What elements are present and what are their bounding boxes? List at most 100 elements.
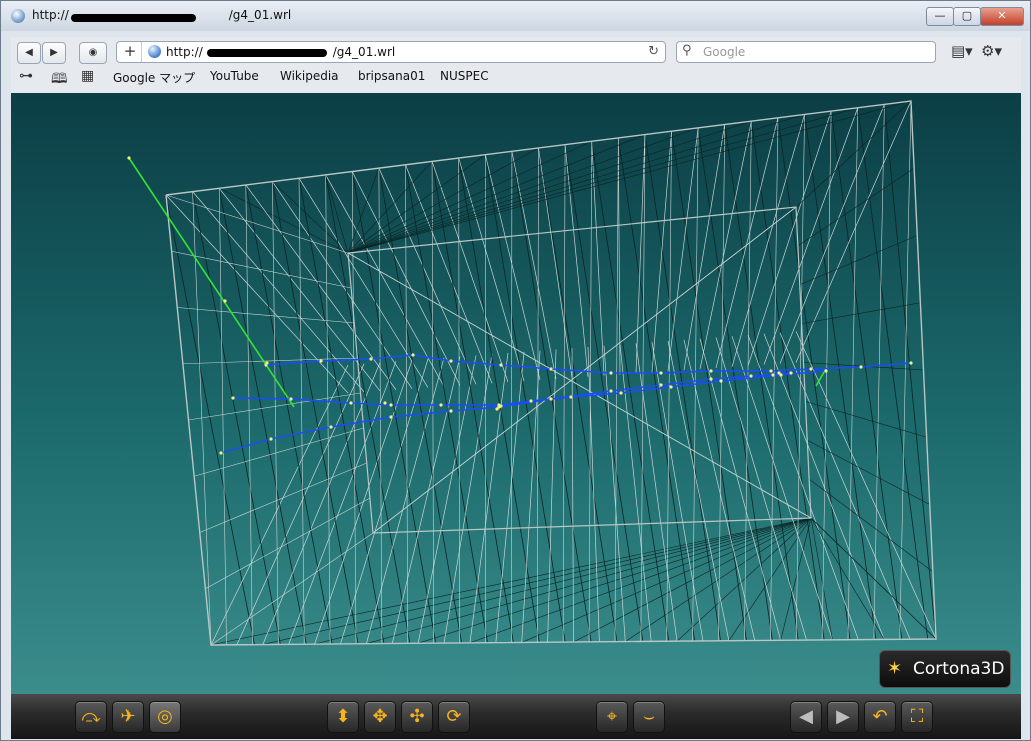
next-viewpoint-button[interactable]: ▶ xyxy=(827,701,859,733)
wire-line xyxy=(511,151,557,379)
forward-button[interactable]: ▶ xyxy=(42,42,66,64)
wire-line xyxy=(347,134,646,254)
node-point xyxy=(369,357,373,361)
diagonal-line xyxy=(372,206,797,534)
wire-line xyxy=(443,354,493,644)
wire-line xyxy=(699,338,781,641)
browser-toolbar: ◀ ▶ ◉ + http:///g4_01.wrl ↻ ⚲ Google ▤▾ … xyxy=(11,37,1021,93)
snapshot-button[interactable]: ◉ xyxy=(79,42,107,64)
book-icon[interactable]: 🕮 xyxy=(51,68,68,92)
search-field[interactable]: ⚲ Google xyxy=(676,41,936,63)
bookmark-youtube[interactable]: YouTube xyxy=(210,69,259,83)
wire-line xyxy=(763,107,859,365)
search-placeholder: Google xyxy=(703,45,746,59)
wire-line xyxy=(571,348,574,643)
node-point xyxy=(669,385,673,389)
align-icon: ⌣ xyxy=(643,706,655,727)
bookmark-wikipedia[interactable]: Wikipedia xyxy=(280,69,339,83)
node-point xyxy=(289,397,293,401)
fly-button[interactable]: ✈ xyxy=(112,701,144,733)
wire-line xyxy=(699,121,752,370)
camera-icon: ◉ xyxy=(88,47,98,58)
study-icon: ◎ xyxy=(157,706,173,727)
plan-button[interactable]: ⬍ xyxy=(327,701,359,733)
wire-line xyxy=(347,100,912,254)
vrml-3d-viewport[interactable]: ✶ Cortona3D xyxy=(11,93,1021,694)
wire-line xyxy=(805,401,927,438)
wire-line xyxy=(808,478,934,572)
turn-button[interactable]: ✣ xyxy=(401,701,433,733)
pan-button[interactable]: ✥ xyxy=(364,701,396,733)
bookmark-bripsana01[interactable]: bripsana01 xyxy=(358,69,425,83)
address-bar[interactable]: + http:///g4_01.wrl ↻ xyxy=(116,41,666,63)
maximize-button[interactable]: ▢ xyxy=(953,7,981,26)
add-bookmark-button[interactable]: + xyxy=(119,42,142,62)
wire-line xyxy=(210,532,374,646)
wire-line xyxy=(391,356,461,644)
reload-icon[interactable]: ↻ xyxy=(648,44,659,59)
wire-line xyxy=(236,363,365,645)
restore-button[interactable]: ↶ xyxy=(864,701,896,733)
study-button[interactable]: ◎ xyxy=(149,701,181,733)
turn-icon: ✣ xyxy=(409,706,425,727)
gear-icon[interactable]: ⚙▾ xyxy=(981,42,1002,60)
node-point xyxy=(449,409,453,413)
node-point xyxy=(529,399,533,403)
bookmark-google-maps[interactable]: Google マップ xyxy=(113,69,195,86)
previous-viewpoint-button[interactable]: ◀ xyxy=(790,701,822,733)
node-point xyxy=(499,404,503,408)
search-icon: ⚲ xyxy=(682,43,692,58)
plan-icon: ⬍ xyxy=(335,706,351,727)
bookmark-nuspec[interactable]: NUSPEC xyxy=(440,69,489,83)
wire-line xyxy=(405,164,488,643)
wire-line xyxy=(804,114,877,640)
align-button[interactable]: ⌣ xyxy=(633,701,665,733)
title-bar: http:///g4_01.wrl — ▢ ✕ xyxy=(1,1,1030,31)
wireframe-scene[interactable] xyxy=(11,93,1021,694)
wire-line xyxy=(469,352,509,643)
next-viewpoint-icon: ▶ xyxy=(836,706,850,727)
node-point xyxy=(609,389,613,393)
node-point xyxy=(709,377,713,381)
cortona3d-logo: ✶ Cortona3D xyxy=(879,650,1011,688)
node-point xyxy=(709,369,713,373)
walk-button[interactable]: ⤼ xyxy=(75,701,107,733)
navigation-control-bar: ⤼ ✈ ◎ ⬍ ✥ ✣ ⟳ ⌖ ⌣ ◀ ▶ ↶ ⛶ xyxy=(11,694,1021,739)
wire-line xyxy=(347,107,858,254)
wire-line xyxy=(347,127,699,254)
minimize-button[interactable]: — xyxy=(926,7,954,26)
wire-line xyxy=(747,110,832,366)
goto-button[interactable]: ⌖ xyxy=(596,701,628,733)
wire-line xyxy=(351,171,437,644)
wire-line xyxy=(801,302,921,324)
node-point xyxy=(127,156,131,160)
fly-icon: ✈ xyxy=(120,706,136,727)
wire-line xyxy=(779,104,885,364)
node-point xyxy=(809,367,813,371)
page-menu-icon[interactable]: ▤▾ xyxy=(951,42,973,60)
back-button[interactable]: ◀ xyxy=(17,42,41,64)
close-button[interactable]: ✕ xyxy=(980,7,1024,26)
node-point xyxy=(777,371,781,375)
node-point xyxy=(449,359,453,363)
wire-line xyxy=(495,351,525,643)
wire-line xyxy=(192,191,281,645)
node-point xyxy=(569,395,573,399)
node-point xyxy=(789,371,793,375)
wire-line xyxy=(298,178,305,645)
roll-button[interactable]: ⟳ xyxy=(438,701,470,733)
previous-viewpoint-icon: ◀ xyxy=(799,706,813,727)
wire-line xyxy=(744,121,752,641)
node-point xyxy=(769,369,773,373)
node-point xyxy=(269,437,273,441)
grid-icon[interactable]: ▦ xyxy=(81,68,94,84)
node-point xyxy=(411,353,415,357)
wire-line xyxy=(188,392,361,421)
roll-icon: ⟳ xyxy=(446,706,462,727)
reader-glasses-icon[interactable]: ⊶ xyxy=(19,68,33,84)
node-point xyxy=(549,397,553,401)
wire-line xyxy=(192,191,212,646)
node-point xyxy=(389,415,393,419)
fit-button[interactable]: ⛶ xyxy=(901,701,933,733)
node-point xyxy=(231,396,235,400)
